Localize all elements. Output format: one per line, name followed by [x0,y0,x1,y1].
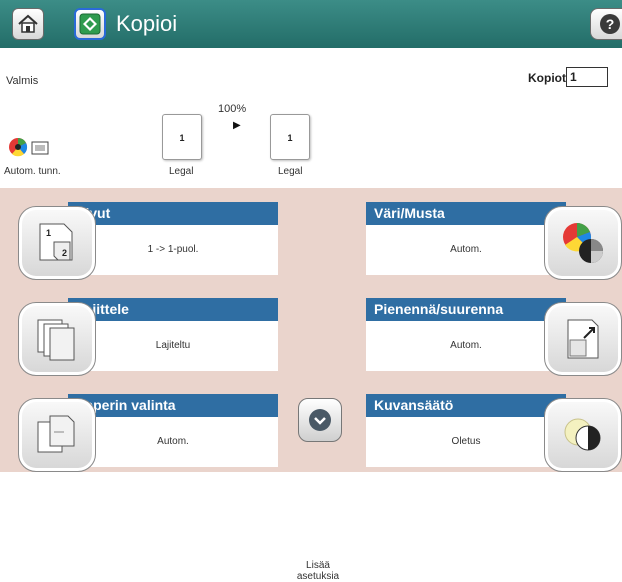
collate-stack-icon [37,319,75,361]
reduce-enlarge-button[interactable] [544,302,622,376]
sides-button[interactable]: 1 2 [18,206,96,280]
zoom-level: 100% [218,103,247,115]
svg-text:1: 1 [46,228,51,238]
reduce-enlarge-title: Pienennä/suurenna [366,298,566,321]
resize-page-icon [567,319,599,359]
more-settings-line2: asetuksia [296,571,340,582]
home-button[interactable] [12,8,44,40]
image-adjust-value: Oletus [366,417,566,467]
sides-tile[interactable]: Sivut 1 -> 1-puol. 1 2 [0,202,278,282]
paper-value: Autom. [68,417,278,467]
help-button[interactable]: ? [590,8,622,40]
duplex-pages-icon: 1 2 [39,223,73,261]
color-tile[interactable]: Väri/Musta Autom. [366,202,622,282]
paper-select-icon [37,415,75,453]
header-bar: Kopioi ? [0,0,622,48]
paper-button[interactable] [18,398,96,472]
color-button[interactable] [544,206,622,280]
color-value: Autom. [366,225,566,275]
sides-value: 1 -> 1-puol. [68,225,278,275]
copies-label: Kopiot: [528,71,570,85]
collate-tile[interactable]: Lajittele Lajiteltu [0,298,278,378]
svg-text:2: 2 [62,248,67,258]
chevron-down-icon [309,409,331,431]
color-mode-label: Autom. tunn. [4,166,61,177]
copies-input[interactable]: 1 [566,67,608,87]
copy-start-button[interactable] [74,8,106,40]
sides-title: Sivut [68,202,278,225]
more-settings-label: Lisää asetuksia [280,560,356,582]
source-paper-label: Legal [169,166,194,177]
more-settings-line1: Lisää [306,560,330,571]
page-title: Kopioi [116,11,178,36]
reduce-enlarge-value: Autom. [366,321,566,371]
color-detect-icon [9,138,49,157]
output-page-preview: 1 [270,114,310,160]
image-adjust-tile[interactable]: Kuvansäätö Oletus [366,394,622,474]
settings-panel: Sivut 1 -> 1-puol. 1 2 Lajittele Lajitel… [0,188,622,582]
collate-title: Lajittele [68,298,278,321]
output-paper-label: Legal [278,166,303,177]
reduce-enlarge-tile[interactable]: Pienennä/suurenna Autom. [366,298,622,378]
paper-title: Paperin valinta [68,394,278,417]
color-mono-icon [563,223,603,263]
image-adjust-button[interactable] [544,398,622,472]
color-title: Väri/Musta [366,202,566,225]
paper-tile[interactable]: Paperin valinta Autom. [0,394,278,474]
color-mode-indicator [6,134,72,164]
arrow-right-icon: ▶ [233,120,241,131]
image-adjust-title: Kuvansäätö [366,394,566,417]
copy-start-icon [79,13,101,35]
help-icon: ? [600,14,620,34]
source-page-preview: 1 [162,114,202,160]
status-text: Valmis [6,75,39,87]
collate-button[interactable] [18,302,96,376]
svg-text:?: ? [606,16,615,32]
more-settings-button[interactable] [298,398,342,442]
contrast-icon [564,418,601,451]
home-icon [18,14,38,33]
collate-value: Lajiteltu [68,321,278,371]
